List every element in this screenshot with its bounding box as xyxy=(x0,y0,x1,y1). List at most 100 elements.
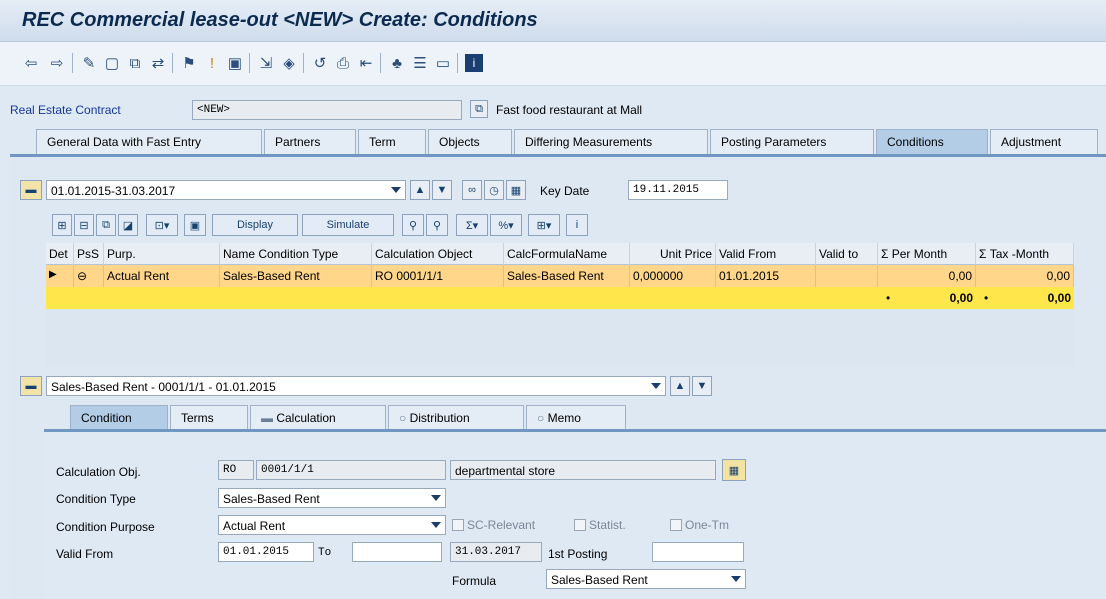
new-doc-icon[interactable]: ▢ xyxy=(103,54,121,72)
find-next-icon[interactable]: ⚲ xyxy=(426,214,448,236)
first-posting-field[interactable] xyxy=(652,542,744,562)
table-row[interactable]: ▶ ⊖ Actual Rent Sales-Based Rent RO 0001… xyxy=(46,265,1074,287)
tab-general-data[interactable]: General Data with Fast Entry xyxy=(36,129,262,155)
binoculars-icon[interactable]: ⚲ xyxy=(402,214,424,236)
copy-icon[interactable]: ⧉ xyxy=(126,54,144,72)
print-icon[interactable]: ⎙ xyxy=(334,54,352,72)
col-det[interactable]: Det xyxy=(46,243,74,265)
check-icon[interactable]: ⇲ xyxy=(257,54,275,72)
sc-relevant-box[interactable] xyxy=(452,519,464,531)
cell-formula[interactable]: Sales-Based Rent xyxy=(504,265,630,287)
formula-label: Formula xyxy=(452,574,497,588)
valid-to-field[interactable] xyxy=(352,542,442,562)
tab-conditions[interactable]: Conditions xyxy=(876,129,988,155)
select-icon[interactable]: ⊡▾ xyxy=(146,214,178,236)
export-icon[interactable]: ⊞▾ xyxy=(528,214,560,236)
one-tm-checkbox[interactable]: One-Tm xyxy=(670,518,729,532)
tab-posting-parameters[interactable]: Posting Parameters xyxy=(710,129,874,155)
clock-icon[interactable]: ◷ xyxy=(484,180,504,200)
delete-row-icon[interactable]: ⊟ xyxy=(74,214,94,236)
tab-term[interactable]: Term xyxy=(358,129,426,155)
col-calcformulaname[interactable]: CalcFormulaName xyxy=(504,243,630,265)
period-dropdown[interactable]: 01.01.2015-31.03.2017 xyxy=(46,180,406,200)
sc-relevant-checkbox[interactable]: SC-Relevant xyxy=(452,518,535,532)
back-arrow-icon[interactable]: ⇦ xyxy=(22,54,40,72)
app-toolbar: ⇦ ⇨ ✎ ▢ ⧉ ⇄ ⚑ ! ▣ ⇲ ◈ ↺ ⎙ ⇤ ♣ ☰ ▭ i xyxy=(0,42,1106,86)
detail-icon[interactable]: ◪ xyxy=(118,214,138,236)
info-icon[interactable]: ! xyxy=(203,54,221,72)
cell-calc-object[interactable]: RO 0001/1/1 xyxy=(372,265,504,287)
one-tm-box[interactable] xyxy=(670,519,682,531)
add-row-icon[interactable]: ⊞ xyxy=(52,214,72,236)
tab-partners[interactable]: Partners xyxy=(264,129,356,155)
cell-unit-price[interactable]: 0,000000 xyxy=(630,265,716,287)
key-date-field[interactable]: 19.11.2015 xyxy=(628,180,728,200)
forward-arrow-icon[interactable]: ⇨ xyxy=(48,54,66,72)
row-expand-icon[interactable]: ▶ xyxy=(46,265,74,287)
layout-icon[interactable]: ☰ xyxy=(411,54,429,72)
tab-calculation[interactable]: ▬ Calculation xyxy=(250,405,386,430)
tab-memo[interactable]: ○ Memo xyxy=(526,405,626,430)
col-pss[interactable]: PsS xyxy=(74,243,104,265)
col-valid-from[interactable]: Valid From xyxy=(716,243,816,265)
sum-icon[interactable]: Σ▾ xyxy=(456,214,488,236)
tab-differing-measurements[interactable]: Differing Measurements xyxy=(514,129,708,155)
col-tax-month[interactable]: Σ Tax -Month xyxy=(976,243,1074,265)
col-calculation-object[interactable]: Calculation Object xyxy=(372,243,504,265)
statist-box[interactable] xyxy=(574,519,586,531)
chevron-down-icon xyxy=(731,576,741,582)
cell-valid-from[interactable]: 01.01.2015 xyxy=(716,265,816,287)
condition-type-dropdown[interactable]: Sales-Based Rent xyxy=(218,488,446,508)
folder-icon[interactable]: ▬ xyxy=(20,376,42,396)
total-per-month: • 0,00 xyxy=(886,291,973,305)
save-icon[interactable]: ▣ xyxy=(226,54,244,72)
glasses-icon[interactable]: ∞ xyxy=(462,180,482,200)
info-icon[interactable]: i xyxy=(566,214,588,236)
folder-icon[interactable]: ▬ xyxy=(20,180,42,200)
calc-object-icon[interactable]: ▦ xyxy=(722,459,746,481)
chevron-down-icon xyxy=(391,187,401,193)
edit-icon[interactable]: ✎ xyxy=(80,54,98,72)
next-condition-button[interactable]: ▼ xyxy=(692,376,712,396)
pss-icon[interactable]: ⊖ xyxy=(74,265,104,287)
tab-terms[interactable]: Terms xyxy=(170,405,248,430)
contract-label[interactable]: Real Estate Contract xyxy=(10,103,121,117)
chevron-down-icon xyxy=(431,522,441,528)
col-name-condition-type[interactable]: Name Condition Type xyxy=(220,243,372,265)
col-valid-to[interactable]: Valid to xyxy=(816,243,878,265)
tab-condition[interactable]: Condition xyxy=(70,405,168,430)
valid-from-field[interactable]: 01.01.2015 xyxy=(218,542,314,562)
cell-valid-to[interactable] xyxy=(816,265,878,287)
copy-row-icon[interactable]: ⧉ xyxy=(96,214,116,236)
condition-purpose-dropdown[interactable]: Actual Rent xyxy=(218,515,446,535)
cell-condition-type[interactable]: Sales-Based Rent xyxy=(220,265,372,287)
subtotal-icon[interactable]: %▾ xyxy=(490,214,522,236)
simulate-button[interactable]: Simulate xyxy=(302,214,394,236)
screen-icon[interactable]: ▭ xyxy=(434,54,452,72)
undo-icon[interactable]: ↺ xyxy=(311,54,329,72)
help-icon[interactable]: i xyxy=(465,54,483,72)
tab-distribution[interactable]: ○ Distribution xyxy=(388,405,524,430)
prev-condition-button[interactable]: ▲ xyxy=(670,376,690,396)
col-per-month[interactable]: Σ Per Month xyxy=(878,243,976,265)
tab-objects[interactable]: Objects xyxy=(428,129,512,155)
prev-period-button[interactable]: ▲ xyxy=(410,180,430,200)
hierarchy-icon[interactable]: ♣ xyxy=(388,54,406,72)
save-layout-icon[interactable]: ▣ xyxy=(184,214,206,236)
find-icon[interactable]: ⇤ xyxy=(357,54,375,72)
grid-icon[interactable]: ▦ xyxy=(506,180,526,200)
formula-dropdown[interactable]: Sales-Based Rent xyxy=(546,569,746,589)
cell-tax-month[interactable]: 0,00 xyxy=(976,265,1074,287)
col-unit-price[interactable]: Unit Price xyxy=(630,243,716,265)
cell-per-month[interactable]: 0,00 xyxy=(878,265,976,287)
display-change-icon[interactable]: ⇄ xyxy=(149,54,167,72)
cell-purpose[interactable]: Actual Rent xyxy=(104,265,220,287)
tab-adjustment[interactable]: Adjustment xyxy=(990,129,1098,155)
release-icon[interactable]: ⚑ xyxy=(180,54,198,72)
object-icon[interactable]: ◈ xyxy=(280,54,298,72)
condition-selector-dropdown[interactable]: Sales-Based Rent - 0001/1/1 - 01.01.2015 xyxy=(46,376,666,396)
statist-checkbox[interactable]: Statist. xyxy=(574,518,626,532)
next-period-button[interactable]: ▼ xyxy=(432,180,452,200)
display-button[interactable]: Display xyxy=(212,214,298,236)
col-purp[interactable]: Purp. xyxy=(104,243,220,265)
